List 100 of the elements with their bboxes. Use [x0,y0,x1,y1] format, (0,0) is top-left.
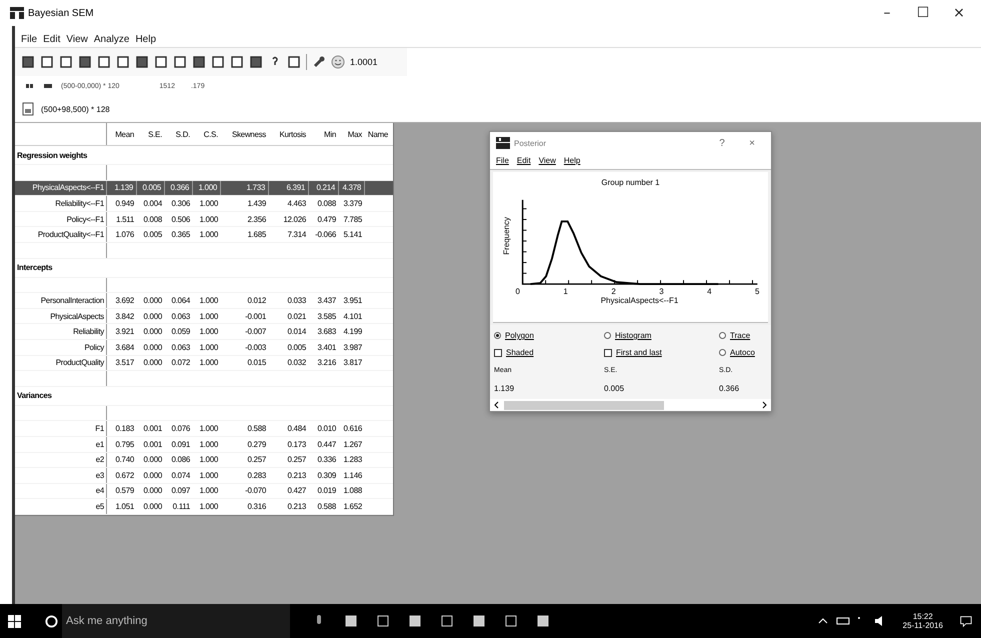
radio-option[interactable]: Trace [719,331,769,340]
column-header: Kurtosis [278,130,307,138]
cortana-icon [45,614,58,628]
radio-button[interactable] [494,332,501,339]
radio-option[interactable]: Autoco [719,348,769,357]
table-cell-text: 0.000 [142,312,163,321]
menu-item[interactable]: Help [135,34,156,45]
pause-icon[interactable] [25,83,35,89]
table-cell-text: 1.267 [342,440,363,449]
table-cell-text: 0.949 [114,198,135,208]
notification-icon[interactable] [959,614,973,628]
table-cell-text: 4.101 [342,312,363,321]
table-row[interactable]: PhysicalAspects<--F1 1.139 0.005 0.366 1.000 1.733 6.391 0.214 4.378 [15,180,393,196]
x-tick-label: 5 [755,287,760,296]
table-row[interactable]: Policy<--F1 1.511 0.008 0.506 1.000 2.356 12.026 0.479 7.785 [15,212,393,228]
row-label: F1 [15,421,107,436]
app-icon [10,7,24,19]
x-tick-label: 4 [707,287,712,296]
menu-item[interactable]: Analyze [94,34,130,45]
checkbox-option[interactable]: Shaded [494,348,604,357]
table-cell-text: 0.015 [246,358,267,368]
menu-item[interactable]: View [538,156,556,165]
checkbox-option[interactable]: First and last [604,348,719,357]
radio-button[interactable] [604,332,611,339]
table-cell-text: 0.010 [316,424,337,434]
window-control[interactable]: – [871,4,903,22]
radio-option[interactable]: Polygon [494,331,604,340]
radio-option[interactable]: Histogram [604,331,719,340]
search-field[interactable]: Ask me anything [62,604,290,638]
radio-button[interactable] [719,332,726,339]
table-cell-text: 0.005 [142,230,163,240]
table-cell-text: 0.000 [142,470,163,480]
window-control[interactable]: ☐ [907,4,939,22]
table-row[interactable]: PersonalInteraction 3.692 0.000 0.064 1.000 0.012 0.033 3.437 3.951 [15,293,393,309]
column-header: Name [366,130,389,138]
menu-item[interactable]: File [21,34,38,45]
table-cell: 6.391 [269,180,309,196]
table-cell-text: 1.146 [342,470,363,480]
window-control[interactable]: × [943,4,975,22]
table-cell-text: 0.283 [246,470,267,480]
checkbox[interactable] [494,348,502,356]
table-cell-text: 0.000 [142,502,163,512]
table-cell-text: 0.579 [114,486,135,496]
scroll-left-icon[interactable] [493,401,501,409]
menu-item[interactable]: Edit [516,156,531,165]
table-cell-text: 0.033 [286,296,307,305]
table-cell-text: 0.672 [114,470,135,480]
table-cell-text: 1.652 [342,502,363,512]
window-control[interactable]: × [739,136,765,150]
section-title: Variances [16,390,53,402]
stop-icon[interactable] [43,83,53,89]
table-cell-text: 0.173 [286,440,307,449]
table-cell-text: 1.283 [342,455,363,464]
table-row[interactable]: PhysicalAspects 3.842 0.000 0.063 1.000 -0.001 0.021 3.585 4.101 [15,308,393,324]
table-cell-text: 0.257 [286,455,307,464]
table-cell-text: 0.097 [170,486,191,496]
table-row[interactable]: e3 0.672 0.000 0.074 1.000 0.283 0.213 0.309 1.146 [15,468,393,484]
table-cell-text: 1.000 [198,296,219,305]
wrench-icon[interactable] [312,55,326,69]
table-row[interactable]: ProductQuality<--F1 1.076 0.005 0.365 1.000 1.685 7.314 -0.066 5.141 [15,227,393,243]
table-cell-text: 4.199 [342,327,363,336]
menu-item[interactable]: Help [564,156,580,165]
table-cell-text: 3.401 [316,342,337,352]
window-title: Posterior [514,138,546,148]
table-row[interactable]: e2 0.740 0.000 0.086 1.000 0.257 0.257 0.336 1.283 [15,452,393,468]
section-title: Regression weights [16,150,88,162]
table-row[interactable]: F1 0.183 0.001 0.076 1.000 0.588 0.484 0.010 0.616 [15,421,393,437]
row-label: ProductQuality<--F1 [15,227,107,242]
checkbox[interactable] [604,348,612,356]
horizontal-scrollbar[interactable] [490,399,771,411]
table-cell: 1.139 [107,180,137,196]
x-axis-label: PhysicalAspects<--F1 [600,296,678,305]
table-cell-text: 0.183 [114,424,135,434]
table-cell-text: 0.004 [142,198,163,208]
clock-time: 15:22 [912,612,933,621]
table-cell: 1.000 [193,180,221,196]
table-cell-text: -0.007 [244,327,267,336]
window-control[interactable]: ? [709,136,735,150]
windows-start-icon[interactable] [8,614,21,628]
window-title: Bayesian SEM [28,8,94,18]
table-cell-text: 1.000 [198,455,219,464]
menu-item[interactable]: Edit [43,34,60,45]
table-row[interactable]: e5 1.051 0.000 0.111 1.000 0.316 0.213 0.588 1.652 [15,499,393,515]
table-row[interactable]: ProductQuality 3.517 0.000 0.072 1.000 0.015 0.032 3.216 3.817 [15,356,393,372]
radio-button[interactable] [719,349,726,356]
table-cell-text: 0.000 [142,486,163,496]
menu-item[interactable]: View [66,34,88,45]
table-row[interactable]: e1 0.795 0.001 0.091 1.000 0.279 0.173 0.447 1.267 [15,436,393,452]
table-cell-text: -0.066 [314,230,337,240]
table-cell-text: 0.064 [170,296,191,305]
table-row[interactable]: Reliability<--F1 0.949 0.004 0.306 1.000 1.439 4.463 0.088 3.379 [15,196,393,212]
table-cell-text: 1.000 [198,327,219,336]
table-row[interactable]: e4 0.579 0.000 0.097 1.000 -0.070 0.427 0.019 1.088 [15,484,393,500]
table-row[interactable]: Policy 3.684 0.000 0.063 1.000 -0.003 0.005 3.401 3.987 [15,340,393,356]
table-cell-text: 0.316 [246,502,267,512]
scroll-right-icon[interactable] [760,401,768,409]
menu-item[interactable]: File [496,156,509,165]
table-cell-text: 1.000 [198,214,219,224]
table-row[interactable]: Reliability 3.921 0.000 0.059 1.000 -0.007 0.014 3.683 4.199 [15,324,393,340]
sample-formula: (500+98,500) * 128 [41,104,110,114]
